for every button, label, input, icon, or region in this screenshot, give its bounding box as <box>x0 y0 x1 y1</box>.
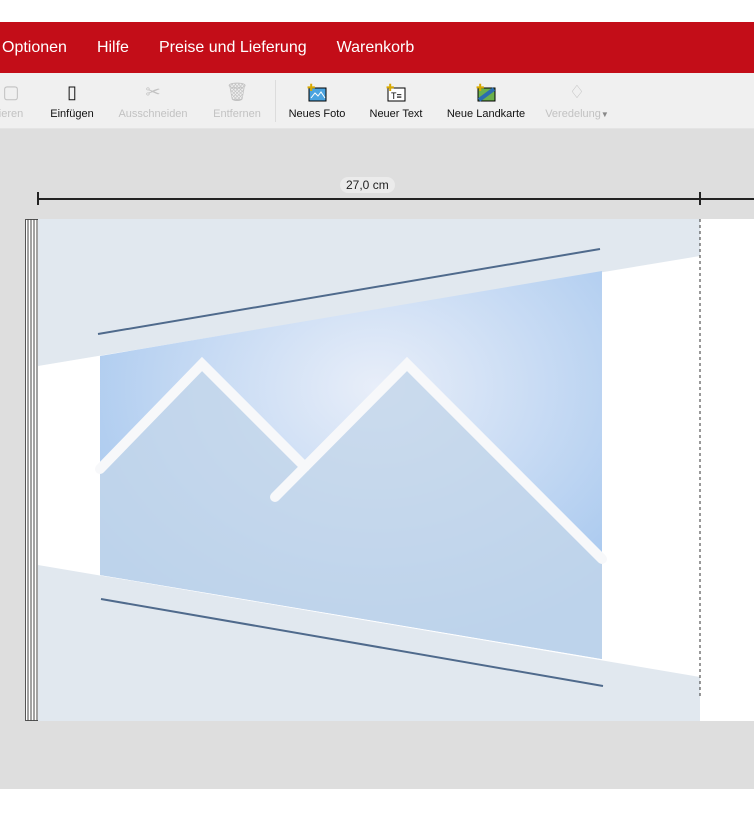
trash-icon: 🗑 <box>225 82 249 102</box>
photo-add-icon: ✚ <box>284 73 350 103</box>
width-label: 27,0 cm <box>340 177 395 193</box>
menu-bar: Optionen Hilfe Preise und Lieferung Ware… <box>0 22 754 73</box>
status-strip <box>0 789 754 817</box>
new-photo-label: Neues Foto <box>288 108 346 120</box>
menu-warenkorb[interactable]: Warenkorb <box>337 39 415 57</box>
toolbar: ▢ ieren ▯ Einfügen ✂ Ausschneiden 🗑 Entferne… <box>0 73 754 129</box>
remove-button[interactable]: 🗑 Entfernen <box>208 73 266 128</box>
copy-icon: ▢ <box>2 82 20 102</box>
dropdown-arrow-icon: ▼ <box>600 110 609 119</box>
new-photo-button[interactable]: ✚ Neues Foto <box>284 73 350 128</box>
new-map-button[interactable]: ✚ Neue Landkarte <box>442 73 530 128</box>
menu-optionen[interactable]: Optionen <box>2 39 67 57</box>
svg-text:✚: ✚ <box>307 83 315 94</box>
remove-label: Entfernen <box>213 108 261 120</box>
svg-text:✚: ✚ <box>476 83 484 94</box>
image-placeholder[interactable] <box>25 219 754 721</box>
menu-hilfe[interactable]: Hilfe <box>97 39 129 57</box>
photo-page[interactable] <box>25 219 754 721</box>
menu-preise[interactable]: Preise und Lieferung <box>159 39 307 57</box>
copy-label: ieren <box>0 108 24 120</box>
svg-text:✚: ✚ <box>386 83 394 94</box>
cut-label: Ausschneiden <box>118 108 188 120</box>
copy-button[interactable]: ▢ ieren <box>0 73 28 128</box>
title-strip <box>0 0 754 22</box>
map-add-icon: ✚ <box>442 73 530 103</box>
scissors-icon: ✂ <box>145 82 161 102</box>
new-text-button[interactable]: T≡ ✚ Neuer Text <box>364 73 428 128</box>
paste-label: Einfügen <box>50 108 94 120</box>
cut-button[interactable]: ✂ Ausschneiden <box>114 73 192 128</box>
new-map-label: Neue Landkarte <box>446 108 526 120</box>
ruler-tick-right <box>699 192 701 205</box>
refine-label: Veredelung▼ <box>545 108 609 120</box>
toolbar-separator <box>275 80 276 122</box>
ruler-tick-left <box>37 192 39 205</box>
width-ruler <box>38 198 754 200</box>
new-text-label: Neuer Text <box>369 108 423 120</box>
paste-icon: ▯ <box>67 82 77 102</box>
text-add-icon: T≡ ✚ <box>364 73 428 103</box>
paste-button[interactable]: ▯ Einfügen <box>44 73 100 128</box>
refine-dropdown[interactable]: ♢ Veredelung▼ <box>544 73 610 128</box>
diamond-icon: ♢ <box>568 82 586 102</box>
